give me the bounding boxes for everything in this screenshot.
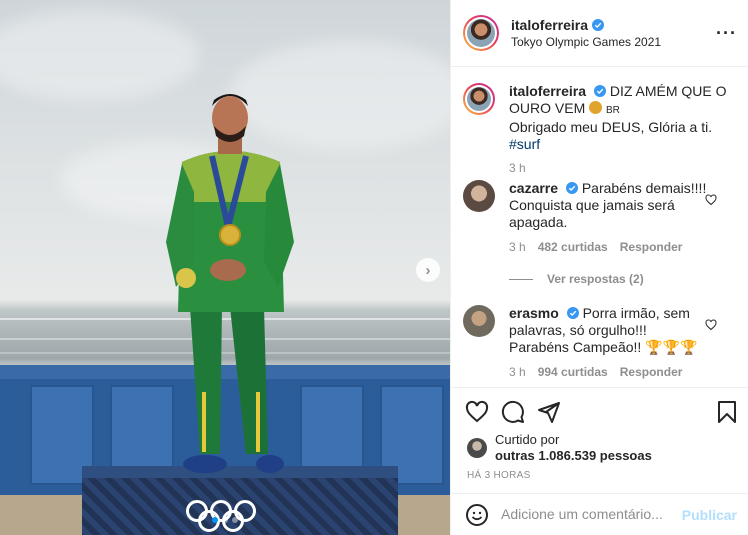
avatar[interactable] [463, 15, 499, 51]
comment-likes[interactable]: 994 curtidas [538, 365, 608, 379]
likes-text: Curtido por outras 1.086.539 pessoas [495, 432, 652, 464]
heart-outline-icon[interactable] [705, 194, 717, 206]
share-icon[interactable] [537, 400, 561, 424]
view-replies-button[interactable]: Ver respostas (2) [509, 272, 644, 286]
comment-item: cazarre Parabéns demais!!!! Conquista qu… [463, 180, 739, 270]
next-slide-button[interactable]: › [416, 258, 440, 282]
post-header: italoferreira Tokyo Olympic Games 2021 ·… [451, 0, 748, 67]
comment-body: cazarre Parabéns demais!!!! Conquista qu… [509, 180, 709, 231]
athlete-figure [166, 94, 294, 473]
post-location[interactable]: Tokyo Olympic Games 2021 [511, 35, 661, 49]
liked-by-label: Curtido por [495, 432, 560, 447]
post-timestamp[interactable]: HÁ 3 HORAS [467, 470, 531, 481]
add-comment-input[interactable] [501, 506, 681, 522]
heart-icon[interactable] [465, 400, 489, 424]
likes-count[interactable]: outras 1.086.539 pessoas [495, 448, 652, 463]
author-username-text[interactable]: italoferreira [511, 17, 588, 33]
trophy-emoji-icon: 🏆🏆🏆 [645, 339, 698, 355]
instagram-post: › italoferreira Tokyo Olympic Games 2021… [0, 0, 748, 535]
view-replies-label[interactable]: Ver respostas (2) [547, 272, 644, 286]
flag-text: BR [606, 105, 620, 116]
heart-outline-icon[interactable] [705, 319, 717, 331]
publish-button[interactable]: Publicar [682, 507, 737, 523]
caption-text-line3: Obrigado meu DEUS, Glória a ti. [509, 119, 713, 135]
more-icon: ··· [716, 23, 737, 43]
caption-time[interactable]: 3 h [509, 161, 526, 175]
comment-username[interactable]: cazarre [509, 180, 558, 196]
caption: italoferreira DIZ AMÉM QUE O OURO VEM BR… [463, 83, 739, 175]
action-icons [465, 400, 743, 424]
caption-text-line2: OURO VEM [509, 100, 586, 116]
caption-username[interactable]: italoferreira [509, 83, 586, 99]
comment-username[interactable]: erasmo [509, 305, 559, 321]
caption-avatar[interactable] [463, 83, 495, 115]
post-side-panel: italoferreira Tokyo Olympic Games 2021 ·… [450, 0, 748, 535]
caption-meta: 3 h [509, 161, 526, 175]
post-media[interactable]: › [0, 0, 450, 535]
comment-item: erasmo Porra irmão, sem palavras, só org… [463, 305, 739, 386]
carousel-dot [212, 517, 218, 523]
verified-badge-icon [593, 85, 606, 97]
liker-avatar[interactable] [467, 438, 487, 458]
add-comment-bar: Publicar [451, 493, 748, 535]
comment-time[interactable]: 3 h [509, 365, 526, 379]
comment-meta: 3 h 994 curtidas Responder [509, 365, 682, 379]
reply-button[interactable]: Responder [620, 365, 683, 379]
comment-body: erasmo Porra irmão, sem palavras, só org… [509, 305, 709, 356]
likes-summary[interactable]: Curtido por outras 1.086.539 pessoas [467, 432, 652, 464]
more-options-button[interactable]: ··· [716, 24, 737, 42]
cloud [0, 10, 200, 100]
comment-icon[interactable] [501, 400, 525, 424]
caption-body: italoferreira DIZ AMÉM QUE O OURO VEM BR… [509, 83, 734, 153]
chevron-right-icon: › [425, 261, 431, 279]
carousel-dots [0, 517, 450, 523]
comment-meta: 3 h 482 curtidas Responder [509, 240, 682, 254]
verified-badge-icon [592, 19, 605, 31]
comment-avatar[interactable] [463, 305, 495, 337]
avatar-image [467, 87, 491, 111]
smile-icon[interactable] [465, 503, 489, 527]
view-replies-line [509, 278, 533, 280]
comment-avatar[interactable] [463, 180, 495, 212]
bookmark-icon[interactable] [715, 400, 739, 424]
author-username[interactable]: italoferreira [511, 17, 605, 33]
avatar-image [467, 19, 495, 47]
comment-time[interactable]: 3 h [509, 240, 526, 254]
caption-text-line1: DIZ AMÉM QUE O [609, 83, 727, 99]
verified-badge-icon [565, 182, 578, 194]
carousel-dot [222, 517, 228, 523]
medal-emoji-icon [589, 101, 603, 114]
comments-section: italoferreira DIZ AMÉM QUE O OURO VEM BR… [451, 68, 748, 386]
comment-likes[interactable]: 482 curtidas [538, 240, 608, 254]
hashtag-link[interactable]: #surf [509, 136, 540, 152]
reply-button[interactable]: Responder [620, 240, 683, 254]
verified-badge-icon [566, 307, 579, 319]
carousel-dot [232, 517, 238, 523]
